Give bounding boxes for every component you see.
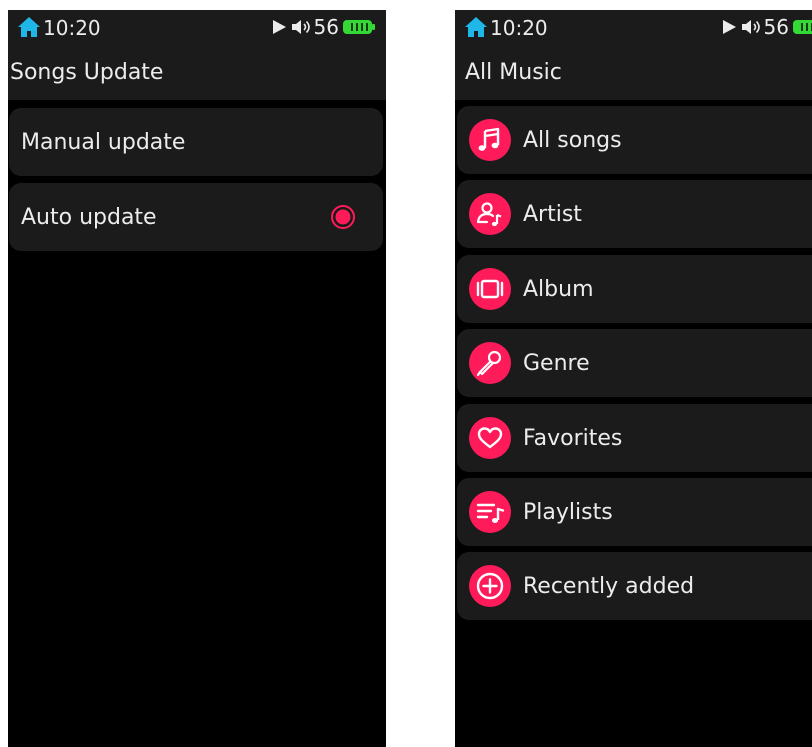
radio-selected-icon[interactable] [331, 205, 355, 229]
menu-item-playlists[interactable]: Playlists [457, 478, 812, 546]
home-icon[interactable] [464, 15, 488, 39]
menu-item-label: Favorites [523, 425, 623, 451]
option-label: Auto update [21, 204, 157, 230]
menu-item-label: Recently added [523, 573, 695, 599]
volume-level: 56 [763, 15, 789, 39]
menu-item-recently-added[interactable]: Recently added [457, 552, 812, 620]
songs-update-screen: 10:20 56 Songs Update Manual update Auto… [8, 10, 386, 747]
manual-update-option[interactable]: Manual update [9, 108, 383, 176]
artist-icon [469, 193, 511, 235]
status-time: 10:20 [43, 16, 101, 40]
menu-item-genre[interactable]: Genre [457, 329, 812, 397]
header: 10:20 56 Songs Update [8, 10, 386, 100]
option-label: Manual update [21, 129, 186, 155]
album-icon [469, 268, 511, 310]
volume-level: 56 [313, 15, 339, 39]
status-bar: 10:20 56 [455, 10, 812, 44]
header: 10:20 56 All Music [455, 10, 812, 100]
all-music-screen: 10:20 56 All Music All songs Artist Albu… [455, 10, 812, 747]
playlist-icon [469, 491, 511, 533]
microphone-icon [469, 342, 511, 384]
page-title: Songs Update [10, 60, 164, 85]
home-icon[interactable] [17, 15, 41, 39]
volume-icon [741, 20, 760, 34]
battery-icon [793, 20, 812, 34]
menu-item-label: Artist [523, 201, 582, 227]
menu-item-album[interactable]: Album [457, 255, 812, 323]
music-note-icon [469, 119, 511, 161]
menu-item-all-songs[interactable]: All songs [457, 106, 812, 174]
status-time: 10:20 [490, 16, 548, 40]
battery-icon [343, 20, 375, 34]
menu-item-favorites[interactable]: Favorites [457, 404, 812, 472]
menu-item-label: Genre [523, 350, 590, 376]
status-bar: 10:20 56 [8, 10, 386, 44]
menu-item-artist[interactable]: Artist [457, 180, 812, 248]
menu-item-label: All songs [523, 127, 622, 153]
play-icon [272, 20, 286, 34]
play-icon [722, 20, 736, 34]
plus-circle-icon [469, 565, 511, 607]
menu-item-label: Album [523, 276, 594, 302]
volume-icon [291, 20, 310, 34]
auto-update-option[interactable]: Auto update [9, 183, 383, 251]
menu-item-label: Playlists [523, 499, 613, 525]
page-title: All Music [465, 60, 562, 85]
heart-icon [469, 417, 511, 459]
